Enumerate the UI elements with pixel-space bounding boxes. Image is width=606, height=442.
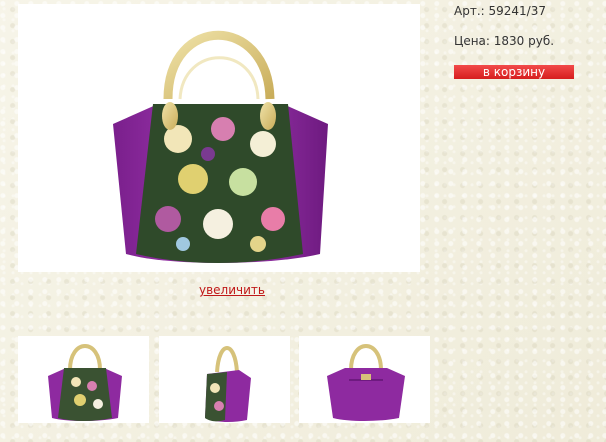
add-to-cart-button[interactable]: в корзину	[454, 65, 574, 79]
price: Цена: 1830 руб.	[454, 34, 555, 48]
thumbnail-side[interactable]	[159, 336, 290, 423]
thumbnail-back[interactable]	[299, 336, 430, 423]
main-product-photo[interactable]	[18, 4, 420, 272]
article-number: Арт.: 59241/37	[454, 4, 546, 18]
thumbnail-front[interactable]	[18, 336, 149, 423]
zoom-link[interactable]: увеличить	[199, 283, 265, 297]
